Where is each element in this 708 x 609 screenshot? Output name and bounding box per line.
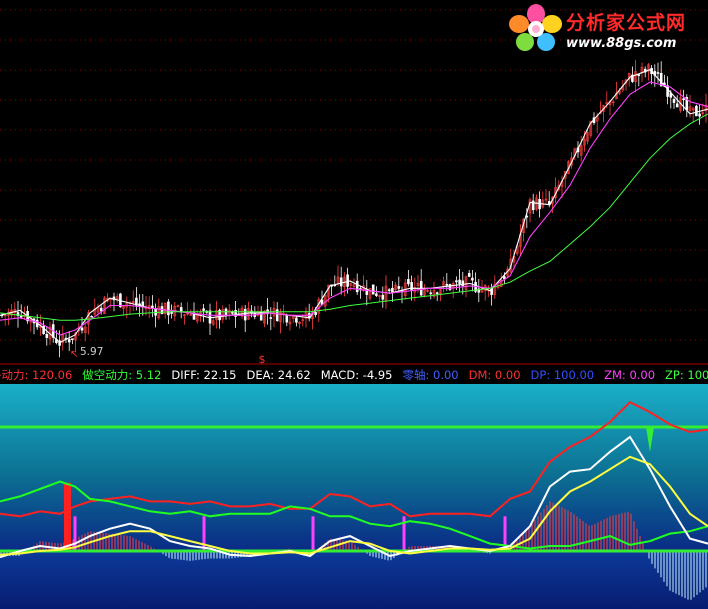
- candle-body-119: [381, 294, 385, 300]
- flower-icon: [509, 4, 562, 51]
- indicator-value-2: DIFF: 22.15: [171, 368, 237, 382]
- price-low-label: 5.97: [80, 346, 104, 358]
- candle-body-76: [243, 308, 247, 321]
- indicator-value-7: DP: 100.00: [530, 368, 595, 382]
- candle-body-144: [461, 280, 465, 287]
- candle-body-142: [455, 280, 458, 283]
- candle-body-98: [314, 311, 317, 315]
- candle-body-89: [285, 314, 289, 323]
- signal-marker: $: [259, 353, 266, 366]
- indicator-value-8: ZM: 0.00: [604, 368, 656, 382]
- indicator-value-1: 做空动力: 5.12: [82, 368, 162, 382]
- logo-title: 分析家公式网: [566, 12, 687, 34]
- candle-body-205: [656, 72, 660, 74]
- candle-body-211: [675, 103, 679, 108]
- candle-body-52: [167, 301, 170, 316]
- indicator-background: [0, 384, 708, 551]
- candle-body-143: [458, 279, 461, 284]
- candle-body-22: [71, 338, 74, 340]
- signal-block: [64, 482, 71, 551]
- candle-body-199: [637, 74, 641, 77]
- indicator-value-bar: 多动力: 120.06 做空动力: 5.12 DIFF: 22.15 DEA: 24.…: [0, 366, 708, 384]
- candle-body-31: [99, 307, 103, 312]
- low-arrow: ↖: [70, 349, 78, 360]
- candle-body-28: [90, 315, 93, 318]
- candle-body-128: [410, 282, 413, 291]
- candle-body-65: [208, 310, 212, 324]
- indicator-value-3: DEA: 24.62: [246, 368, 311, 382]
- indicator-value-5: 零轴: 0.00: [402, 368, 459, 382]
- candle-body-116: [371, 284, 375, 295]
- candle-body-124: [397, 286, 401, 289]
- candle-body-218: [698, 113, 701, 117]
- candle-body-139: [445, 283, 449, 286]
- candle-body-84: [269, 317, 273, 319]
- candle-body-136: [435, 292, 439, 295]
- candle-body-25: [80, 327, 84, 331]
- logo-url: www.88gs.com: [566, 36, 677, 51]
- site-logo[interactable]: 分析家公式网 www.88gs.com: [508, 2, 708, 54]
- candle-body-117: [375, 293, 378, 296]
- indicator-background-low: [0, 551, 708, 609]
- candle-body-106: [339, 277, 343, 287]
- candle-body-121: [387, 289, 391, 291]
- indicator-value-6: DM: 0.00: [468, 368, 521, 382]
- candle-body-146: [467, 272, 471, 277]
- stock-chart: $ ↖: [0, 0, 708, 609]
- indicator-value-9: ZP: 100.00: [665, 368, 708, 382]
- candle-body-108: [346, 274, 349, 287]
- candle-body-213: [682, 98, 685, 101]
- candle-body-6: [19, 315, 23, 318]
- indicator-value-0: 多动力: 120.06: [0, 368, 73, 382]
- candle-body-217: [695, 105, 698, 117]
- candle-body-21: [67, 339, 71, 343]
- candle-body-210: [672, 99, 676, 103]
- candle-body-44: [141, 301, 145, 306]
- candle-body-50: [160, 306, 164, 315]
- candle-body-147: [471, 277, 474, 281]
- candle-body-171: [547, 201, 551, 205]
- candle-body-14: [45, 333, 49, 338]
- indicator-value-4: MACD: -4.95: [320, 368, 393, 382]
- candle-body-208: [666, 85, 669, 97]
- candle-body-92: [295, 317, 298, 323]
- candle-body-127: [407, 278, 410, 285]
- candle-body-134: [429, 292, 433, 295]
- candle-body-111: [355, 280, 359, 293]
- candle-body-63: [202, 308, 205, 311]
